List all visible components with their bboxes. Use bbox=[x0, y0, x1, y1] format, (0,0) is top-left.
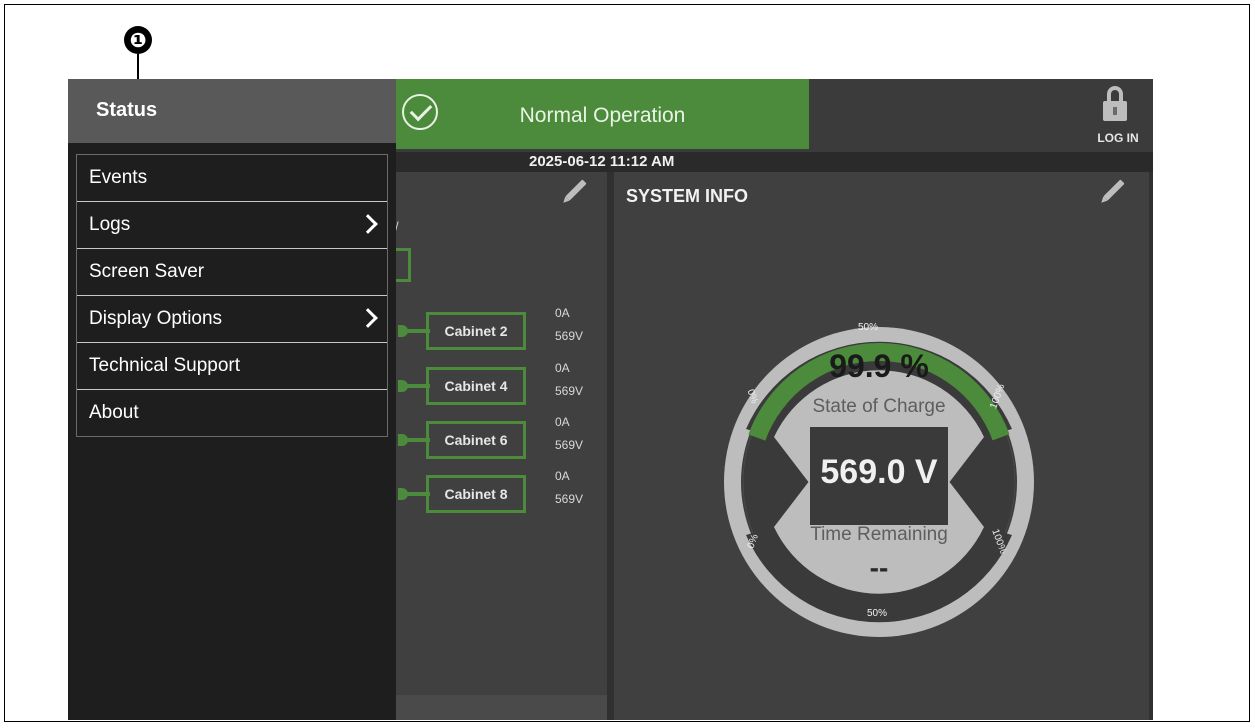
device-screen: Normal Operation LOG IN 2025-06-12 11:12… bbox=[68, 79, 1153, 720]
cabinet-row[interactable]: Cabinet 4 0A 569V bbox=[398, 361, 608, 407]
voltage-readout: 569.0 V bbox=[820, 453, 938, 491]
cabinet-current: 0A bbox=[555, 415, 570, 429]
gauge-tick-bottom-mid: 50% bbox=[867, 608, 888, 619]
menu-header[interactable]: Status bbox=[68, 79, 396, 143]
cabinet-voltage: 569V bbox=[555, 329, 584, 343]
bus-bracket bbox=[395, 248, 411, 282]
chevron-right-icon bbox=[358, 214, 378, 234]
menu-item-label: Display Options bbox=[89, 308, 223, 329]
chevron-right-icon bbox=[358, 308, 378, 328]
menu-list: Events Logs Screen Saver Display Options… bbox=[76, 154, 388, 437]
cabinet-box: Cabinet 6 bbox=[426, 421, 526, 459]
menu-item-display-options[interactable]: Display Options bbox=[77, 296, 387, 343]
callout-marker: ❶ bbox=[124, 26, 152, 54]
connector-node bbox=[398, 434, 408, 446]
cabinet-box: Cabinet 4 bbox=[426, 367, 526, 405]
menu-item-technical-support[interactable]: Technical Support bbox=[77, 343, 387, 390]
cabinet-row[interactable]: Cabinet 2 0A 569V bbox=[398, 306, 608, 352]
menu-item-events[interactable]: Events bbox=[77, 155, 387, 202]
menu-item-label: Logs bbox=[89, 214, 131, 235]
login-button[interactable]: LOG IN bbox=[1088, 84, 1148, 149]
status-banner: Normal Operation bbox=[396, 79, 809, 149]
cabinet-voltage: 569V bbox=[555, 384, 584, 398]
menu-item-label: About bbox=[89, 402, 139, 423]
menu-item-about[interactable]: About bbox=[77, 390, 387, 436]
cabinet-current: 0A bbox=[555, 361, 570, 375]
cabinet-box: Cabinet 8 bbox=[426, 475, 526, 513]
menu-item-screen-saver[interactable]: Screen Saver bbox=[77, 249, 387, 296]
menu-item-label: Screen Saver bbox=[89, 261, 205, 282]
menu-item-label: Technical Support bbox=[89, 355, 241, 376]
status-text: Normal Operation bbox=[519, 104, 686, 127]
side-menu: Status Events Logs Screen Saver Display … bbox=[68, 79, 396, 720]
connector-node bbox=[398, 325, 408, 337]
datetime: 2025-06-12 11:12 AM bbox=[529, 153, 675, 170]
cabinet-voltage: 569V bbox=[555, 492, 584, 506]
menu-item-label: Events bbox=[89, 167, 148, 188]
cabinet-box: Cabinet 2 bbox=[426, 312, 526, 350]
state-of-charge-value: 99.9 % bbox=[829, 348, 929, 384]
time-remaining-label: Time Remaining bbox=[810, 524, 948, 545]
menu-title: Status bbox=[96, 99, 158, 121]
cabinet-row[interactable]: Cabinet 8 0A 569V bbox=[398, 469, 608, 515]
cabinet-current: 0A bbox=[555, 469, 570, 483]
panel-title: SYSTEM INFO bbox=[626, 186, 749, 206]
menu-item-logs[interactable]: Logs bbox=[77, 202, 387, 249]
gauge-tick-top-mid: 50% bbox=[858, 322, 879, 333]
cabinet-row[interactable]: Cabinet 6 0A 569V bbox=[398, 415, 608, 461]
time-remaining-value: -- bbox=[869, 552, 889, 583]
state-of-charge-label: State of Charge bbox=[812, 396, 946, 417]
cabinet-voltage: 569V bbox=[555, 438, 584, 452]
lock-body-icon bbox=[1103, 101, 1127, 121]
connector-node bbox=[398, 380, 408, 392]
cabinet-current: 0A bbox=[555, 306, 570, 320]
connector-node bbox=[398, 488, 408, 500]
login-label: LOG IN bbox=[1097, 131, 1139, 145]
